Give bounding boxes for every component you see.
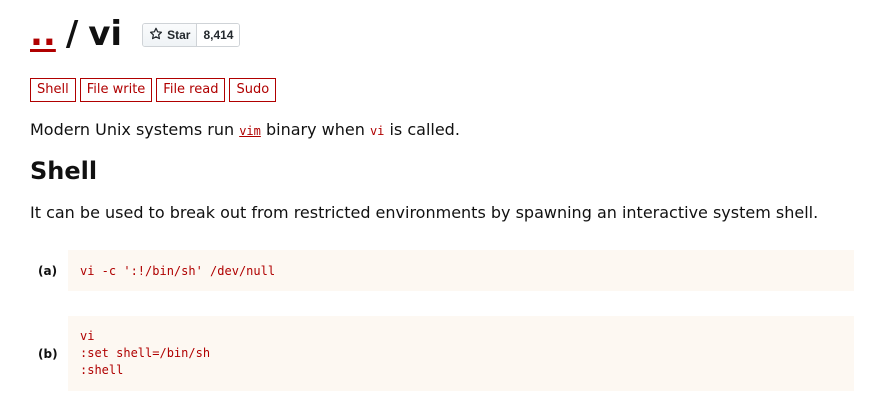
tag-file-write[interactable]: File write xyxy=(79,78,153,102)
section-description: It can be used to break out from restric… xyxy=(30,203,819,222)
example-label: (a) xyxy=(38,263,58,278)
example-b: (b) vi :set shell=/bin/sh :shell xyxy=(38,316,854,391)
page-title: vi xyxy=(88,14,123,54)
github-star-button[interactable]: Star xyxy=(143,24,198,46)
parent-breadcrumb-link[interactable]: .. xyxy=(30,10,56,58)
example-a: (a) vi -c ':!/bin/sh' /dev/null xyxy=(38,250,854,291)
tag-shell[interactable]: Shell xyxy=(30,78,76,102)
intro-prefix: Modern Unix systems run xyxy=(30,120,240,139)
github-star-count[interactable]: 8,414 xyxy=(197,24,240,46)
code-block[interactable]: vi :set shell=/bin/sh :shell xyxy=(68,316,854,391)
vim-link[interactable]: vim xyxy=(239,120,261,139)
intro-paragraph: Modern Unix systems run vim binary when … xyxy=(30,120,460,141)
function-tags: Shell File write File read Sudo xyxy=(30,78,277,102)
intro-suffix: is called. xyxy=(384,120,460,139)
page-header: .. / vi Star 8,414 xyxy=(30,10,241,58)
github-star-label: Star xyxy=(167,28,191,42)
breadcrumb-separator: / xyxy=(65,14,79,54)
vim-code: vim xyxy=(239,124,261,138)
star-icon xyxy=(149,27,163,44)
section-title-shell: Shell xyxy=(30,157,98,185)
vi-code: vi xyxy=(369,124,385,138)
example-label: (b) xyxy=(38,346,58,361)
intro-middle: binary when xyxy=(260,120,370,139)
code-block[interactable]: vi -c ':!/bin/sh' /dev/null xyxy=(68,250,854,291)
tag-sudo[interactable]: Sudo xyxy=(229,78,277,102)
tag-file-read[interactable]: File read xyxy=(156,78,226,102)
github-star-widget: Star 8,414 xyxy=(142,23,241,47)
